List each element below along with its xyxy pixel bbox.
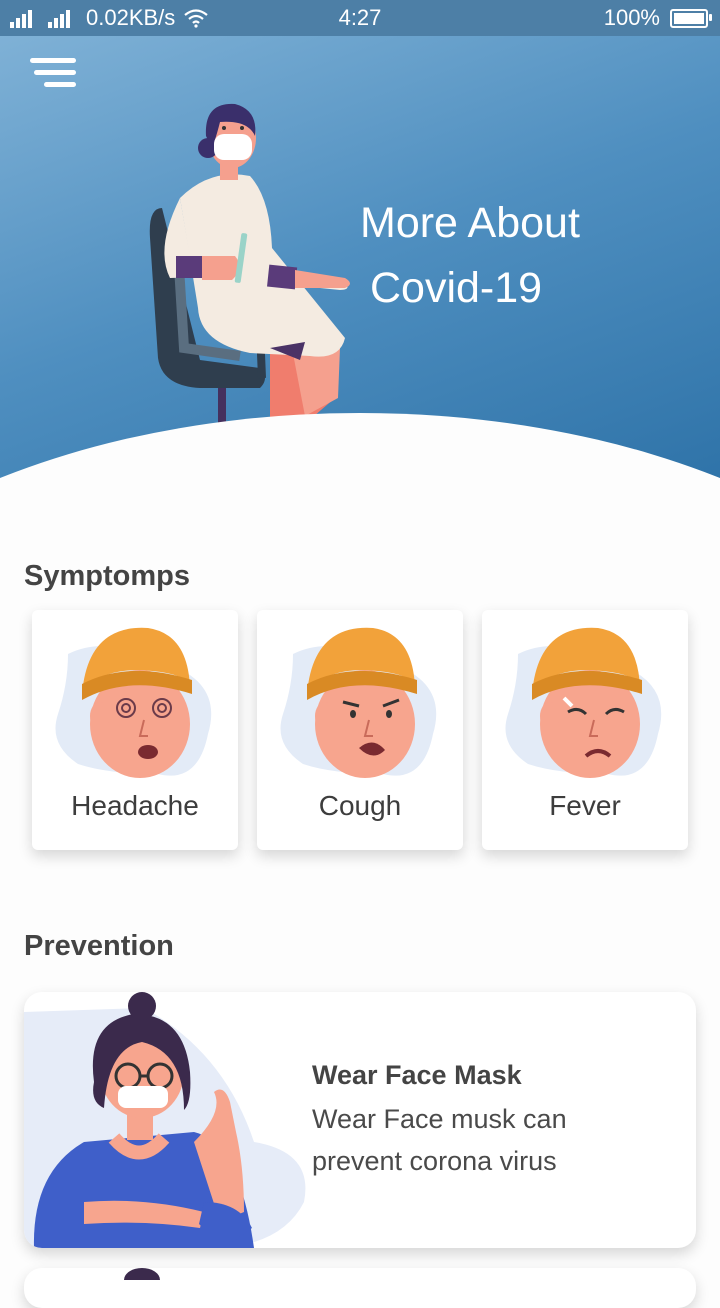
- doctor-illustration: [149, 103, 350, 438]
- status-right: 100%: [603, 5, 712, 31]
- battery-percent: 100%: [603, 5, 660, 30]
- symptoms-title: Symptomps: [24, 560, 190, 592]
- symptom-label: Fever: [549, 790, 621, 821]
- headache-face-icon: [55, 627, 212, 778]
- prevention-item-description: Wear Face musk can prevent corona virus: [312, 1104, 567, 1176]
- symptom-card-cough[interactable]: Cough: [257, 610, 463, 850]
- hero-banner: More About Covid-19: [0, 36, 720, 536]
- hero-curve: [0, 413, 720, 536]
- prevention-title: Prevention: [24, 930, 174, 962]
- hero-title: More About Covid-19: [360, 191, 580, 321]
- hero-title-line1: More About: [360, 199, 580, 247]
- symptom-label: Cough: [318, 790, 402, 821]
- menu-icon[interactable]: [30, 58, 78, 92]
- face-mask-illustration: [24, 992, 306, 1248]
- status-bar: 0.02KB/s 4:27 100%: [0, 0, 720, 36]
- cough-face-icon: [280, 627, 437, 778]
- fever-face-icon: [505, 627, 662, 778]
- battery-icon: [670, 8, 712, 28]
- symptom-label: Headache: [71, 790, 199, 821]
- prevention-card-face-mask[interactable]: Wear Face Mask Wear Face musk can preven…: [24, 992, 696, 1248]
- person-head-icon: [124, 1268, 160, 1280]
- symptom-card-fever[interactable]: Fever: [482, 610, 688, 850]
- prevention-item-title: Wear Face Mask: [312, 1060, 522, 1090]
- hero-title-line2: Covid-19: [370, 264, 543, 312]
- prevention-card-next[interactable]: [24, 1268, 696, 1308]
- symptom-card-headache[interactable]: Headache: [32, 610, 238, 850]
